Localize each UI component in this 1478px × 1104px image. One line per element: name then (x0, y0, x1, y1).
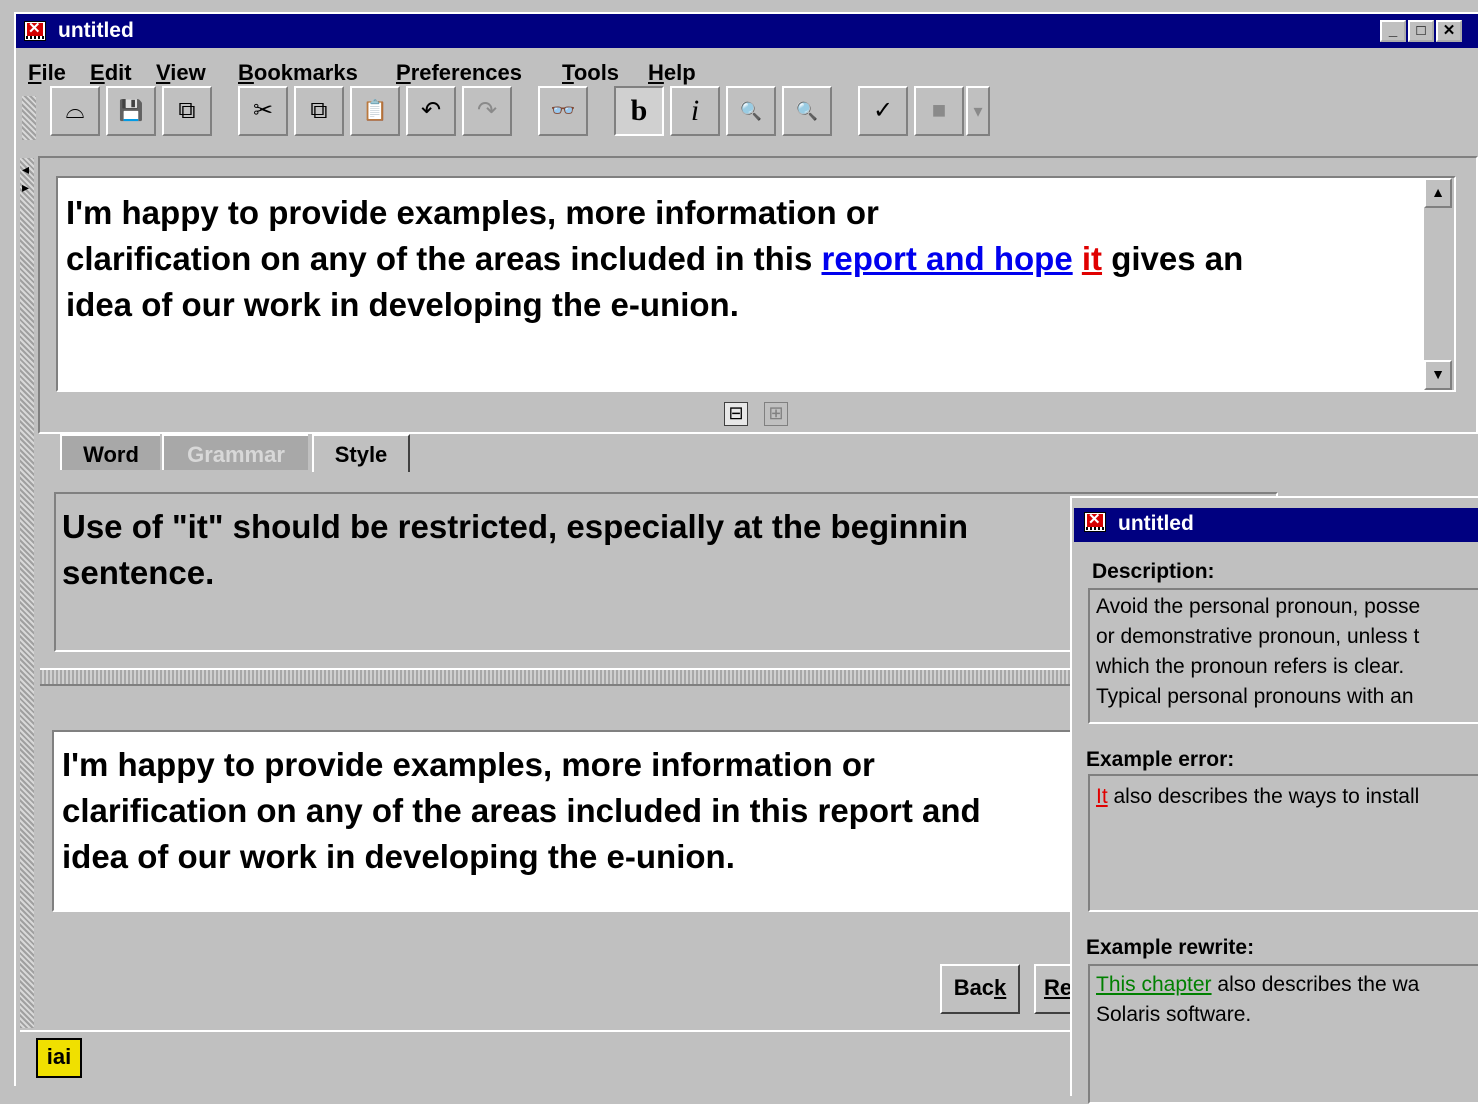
app-icon (24, 19, 46, 41)
italic-icon: i (690, 94, 700, 127)
scroll-down-icon[interactable]: ▼ (1424, 360, 1452, 390)
preview-line-2: clarification on any of the areas includ… (62, 792, 981, 829)
italic-button[interactable]: i (670, 86, 720, 136)
minimize-button[interactable]: _ (1380, 20, 1406, 42)
status-bar (20, 1030, 1080, 1088)
stop-button[interactable]: ■ (914, 86, 964, 136)
stop-dropdown-button[interactable]: ▾ (966, 86, 990, 136)
find-button[interactable]: 👓 (538, 86, 588, 136)
expand-button[interactable]: ⊞ (764, 402, 788, 426)
editor-line-1: I'm happy to provide examples, more info… (66, 194, 879, 231)
split-arrows-icon[interactable]: ◂ ▸ (22, 160, 29, 196)
window-title: untitled (58, 19, 134, 42)
scissors-icon: ✂ (252, 97, 274, 124)
bold-icon: b (630, 94, 648, 127)
menu-edit[interactable]: Edit (90, 60, 132, 86)
maximize-button[interactable]: □ (1408, 20, 1434, 42)
save-all-icon: ⧉ (178, 97, 196, 124)
tab-style[interactable]: Style (312, 434, 410, 472)
redo-button[interactable]: ↷ (462, 86, 512, 136)
undo-icon: ↶ (420, 97, 442, 124)
description-text: Avoid the personal pronoun, posse or dem… (1096, 595, 1421, 708)
zoom-out-button[interactable]: 🔍 (782, 86, 832, 136)
editor-text-area[interactable]: I'm happy to provide examples, more info… (56, 176, 1456, 392)
example-error-box[interactable]: It also describes the ways to install (1088, 774, 1478, 912)
preview-text: I'm happy to provide examples, more info… (62, 742, 981, 880)
menu-bar: File Edit View Bookmarks Preferences Too… (16, 54, 1478, 90)
preview-text-area[interactable]: I'm happy to provide examples, more info… (52, 730, 1092, 912)
check-icon: ✓ (872, 97, 894, 124)
paste-button[interactable]: 📋 (350, 86, 400, 136)
tab-grammar[interactable]: Grammar (162, 434, 308, 470)
editor-scrollbar[interactable]: ▲ ▼ (1424, 178, 1454, 390)
popup-title-bar: untitled (1074, 508, 1478, 542)
binoculars-icon: 👓 (550, 100, 576, 122)
zoom-in-icon: 🔍 (739, 101, 763, 121)
chevron-down-icon: ▾ (973, 101, 983, 121)
menu-help[interactable]: Help (648, 60, 696, 86)
popup-app-icon (1084, 510, 1106, 532)
example-error-label: Example error: (1086, 748, 1235, 771)
splitter[interactable] (40, 668, 1080, 686)
menu-preferences[interactable]: Preferences (396, 60, 522, 86)
stop-icon: ■ (931, 97, 947, 124)
popup-title: untitled (1118, 512, 1194, 535)
toolbar-grip[interactable] (22, 96, 36, 140)
preview-line-3: idea of our work in developing the e-uni… (62, 838, 735, 875)
style-message-text: Use of "it" should be restricted, especi… (62, 508, 968, 591)
bold-button[interactable]: b (614, 86, 664, 136)
example-rewrite-text: This chapter also describes the wa Solari… (1096, 973, 1420, 1026)
example-rewrite-box[interactable]: This chapter also describes the wa Solari… (1088, 964, 1478, 1104)
editor-line-2: clarification on any of the areas includ… (66, 240, 1244, 277)
undo-button[interactable]: ↶ (406, 86, 456, 136)
redo-icon: ↷ (476, 97, 498, 124)
menu-view[interactable]: View (156, 60, 206, 86)
cut-button[interactable]: ✂ (238, 86, 288, 136)
check-button[interactable]: ✓ (858, 86, 908, 136)
save-all-button[interactable]: ⧉ (162, 86, 212, 136)
left-dock-grip[interactable] (20, 158, 34, 1028)
menu-bookmarks[interactable]: Bookmarks (238, 60, 358, 86)
tab-word[interactable]: Word (60, 434, 160, 470)
zoom-out-icon: 🔍 (795, 101, 819, 121)
example-rewrite-label: Example rewrite: (1086, 936, 1255, 959)
style-rule-popup: untitled Description: Avoid the personal… (1070, 496, 1478, 1104)
open-button[interactable]: ⌓ (50, 86, 100, 136)
description-label: Description: (1092, 560, 1215, 583)
save-icon: 💾 (118, 100, 144, 122)
flagged-phrase-link[interactable]: report and hope (822, 240, 1073, 277)
copy-icon: ⧉ (310, 97, 328, 124)
clipboard-icon: 📋 (362, 100, 388, 122)
menu-tools[interactable]: Tools (562, 60, 619, 86)
description-box[interactable]: Avoid the personal pronoun, posse or dem… (1088, 588, 1478, 724)
menu-file[interactable]: File (28, 60, 66, 86)
example-error-text: It also describes the ways to install (1096, 785, 1420, 808)
scroll-up-icon[interactable]: ▲ (1424, 178, 1452, 208)
editor-text: I'm happy to provide examples, more info… (66, 190, 1243, 328)
preview-line-1: I'm happy to provide examples, more info… (62, 746, 875, 783)
close-button[interactable]: ✕ (1436, 20, 1462, 42)
zoom-in-button[interactable]: 🔍 (726, 86, 776, 136)
iai-logo[interactable]: iai (36, 1038, 82, 1078)
copy-button[interactable]: ⧉ (294, 86, 344, 136)
save-button[interactable]: 💾 (106, 86, 156, 136)
collapse-button[interactable]: ⊟ (724, 402, 748, 426)
open-icon: ⌓ (65, 97, 85, 124)
title-bar: untitled _ □ ✕ (16, 14, 1478, 48)
editor-line-3: idea of our work in developing the e-uni… (66, 286, 739, 323)
back-button[interactable]: Back (940, 964, 1020, 1014)
flagged-word-it[interactable]: it (1082, 240, 1102, 277)
